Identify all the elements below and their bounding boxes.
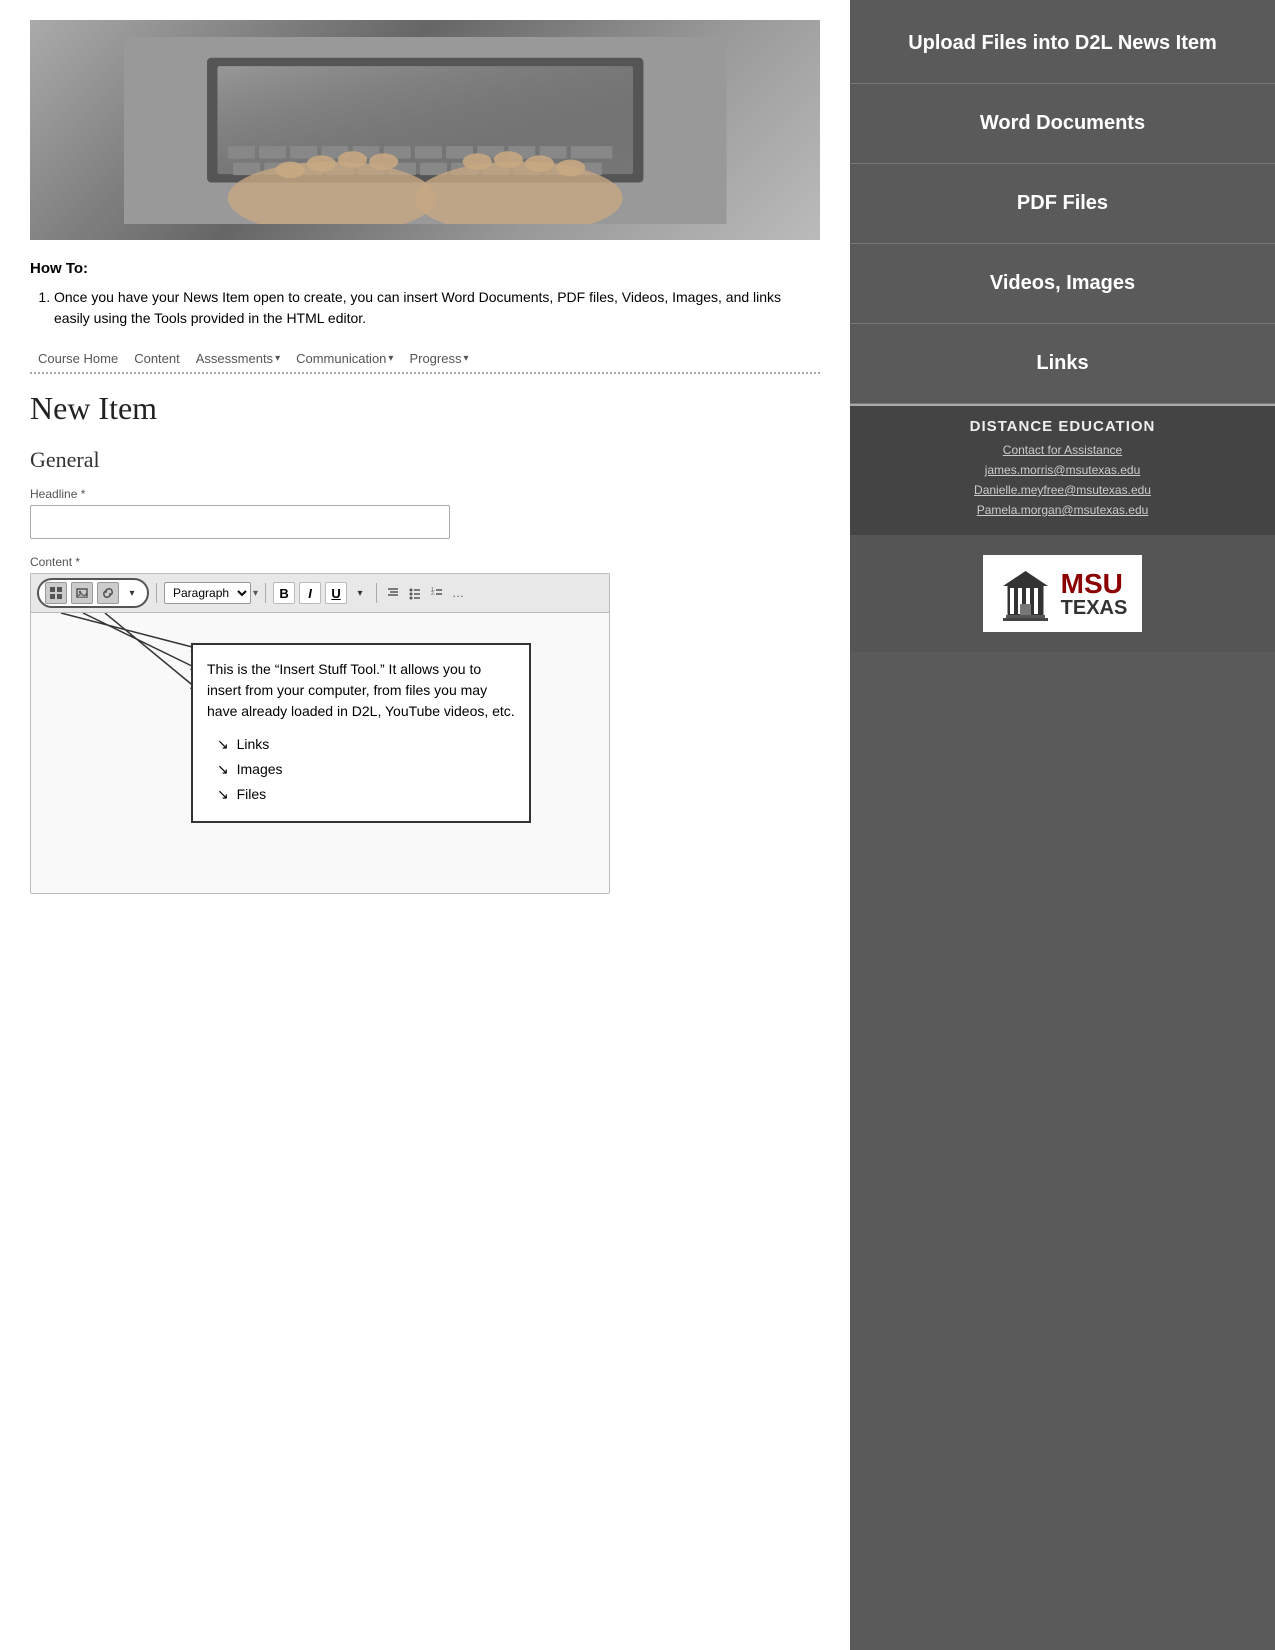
insert-icon [50, 587, 62, 599]
callout-item-images: ↘ Images [217, 757, 515, 782]
email-pamela[interactable]: Pamela.morgan@msutexas.edu [866, 503, 1259, 517]
bullet-arrow-links: ↘ [217, 736, 229, 752]
nav-item-course-home[interactable]: Course Home [30, 349, 126, 368]
insert-image-button[interactable] [71, 582, 93, 604]
dropdown-arrow-icon: ▾ [253, 588, 258, 599]
nav-bar: Course Home Content Assessments ▾ Commun… [30, 349, 820, 374]
chevron-down-icon-communication: ▾ [388, 353, 393, 364]
nav-assessments-label: Assessments [196, 351, 273, 366]
underline-button[interactable]: U [325, 582, 347, 604]
texas-label: TEXAS [1061, 598, 1128, 618]
callout-item-files: ↘ Files [217, 782, 515, 807]
nav-communication-label: Communication [296, 351, 386, 366]
msu-texas-logo: MSU TEXAS [983, 555, 1143, 632]
chevron-down-icon: ▾ [275, 353, 280, 364]
distance-education-title: DISTANCE EDUCATION [866, 418, 1259, 435]
separator-1 [156, 583, 157, 603]
sidebar-logo-area: MSU TEXAS [850, 535, 1275, 652]
bullet-arrow-images: ↘ [217, 761, 229, 777]
paragraph-dropdown[interactable]: Paragraph [164, 582, 251, 604]
numbered-list-button[interactable]: 1. 2. [428, 584, 446, 602]
format-dropdown-arrow[interactable]: ▾ [351, 584, 369, 602]
headline-input[interactable] [30, 505, 450, 539]
toolbar-dropdown-arrow[interactable]: ▾ [123, 584, 141, 602]
insert-stuff-button[interactable] [45, 582, 67, 604]
how-to-list: Once you have your News Item open to cre… [30, 287, 820, 329]
headline-field-group: Headline * [30, 487, 820, 539]
bold-button[interactable]: B [273, 582, 295, 604]
how-to-title: How To: [30, 260, 820, 277]
align-icon [386, 586, 400, 600]
main-content: How To: Once you have your News Item ope… [0, 0, 850, 1650]
email-james[interactable]: james.morris@msutexas.edu [866, 463, 1259, 477]
how-to-section: How To: Once you have your News Item ope… [30, 260, 820, 329]
sidebar-item-links[interactable]: Links [850, 324, 1275, 404]
content-field-group: Content * [30, 555, 820, 894]
svg-text:2.: 2. [431, 591, 435, 597]
hero-image-inner [30, 20, 820, 240]
sidebar-item-videos-images[interactable]: Videos, Images [850, 244, 1275, 324]
headline-label: Headline * [30, 487, 820, 501]
bullet-list-button[interactable] [406, 584, 424, 602]
msu-label: MSU [1061, 570, 1128, 598]
callout-list: ↘ Links ↘ Images ↘ Files [207, 732, 515, 807]
nav-item-content[interactable]: Content [126, 349, 188, 368]
callout-body: This is the “Insert Stuff Tool.” It allo… [207, 659, 515, 722]
sidebar-item-pdf-files[interactable]: PDF Files [850, 164, 1275, 244]
separator-3 [376, 583, 377, 603]
more-options: … [452, 586, 464, 600]
hero-image [30, 20, 820, 240]
nav-item-communication[interactable]: Communication ▾ [288, 349, 401, 368]
editor-content-area[interactable]: This is the “Insert Stuff Tool.” It allo… [31, 613, 609, 893]
distance-education-section: DISTANCE EDUCATION Contact for Assistanc… [850, 404, 1275, 535]
numbered-list-icon: 1. 2. [430, 586, 444, 600]
nav-progress-label: Progress [409, 351, 461, 366]
callout-item-links: ↘ Links [217, 732, 515, 757]
nav-item-progress[interactable]: Progress ▾ [401, 349, 476, 368]
page-title: New Item [30, 390, 820, 427]
content-editor: ▾ Paragraph ▾ B I U ▾ [30, 573, 610, 894]
nav-item-assessments[interactable]: Assessments ▾ [188, 349, 288, 368]
chevron-down-icon-progress: ▾ [463, 353, 468, 364]
email-danielle[interactable]: Danielle.meyfree@msutexas.edu [866, 483, 1259, 497]
image-icon [76, 587, 88, 599]
editor-toolbar: ▾ Paragraph ▾ B I U ▾ [31, 574, 609, 613]
insert-tools-group: ▾ [37, 578, 149, 608]
section-title: General [30, 447, 820, 473]
link-icon [102, 587, 114, 599]
insert-link-button[interactable] [97, 582, 119, 604]
separator-2 [265, 583, 266, 603]
sidebar: Upload Files into D2L News Item Word Doc… [850, 0, 1275, 1650]
bullet-arrow-files: ↘ [217, 786, 229, 802]
how-to-step-1: Once you have your News Item open to cre… [54, 287, 820, 329]
keyboard-svg [50, 37, 801, 224]
sidebar-item-word-documents[interactable]: Word Documents [850, 84, 1275, 164]
contact-for-assistance[interactable]: Contact for Assistance [866, 443, 1259, 457]
msu-text-group: MSU TEXAS [1061, 570, 1128, 618]
align-right-button[interactable] [384, 584, 402, 602]
italic-button[interactable]: I [299, 582, 321, 604]
content-label: Content * [30, 555, 820, 569]
list-icon [408, 586, 422, 600]
msu-building-icon [998, 566, 1053, 621]
callout-box: This is the “Insert Stuff Tool.” It allo… [191, 643, 531, 823]
sidebar-item-upload-files[interactable]: Upload Files into D2L News Item [850, 0, 1275, 84]
